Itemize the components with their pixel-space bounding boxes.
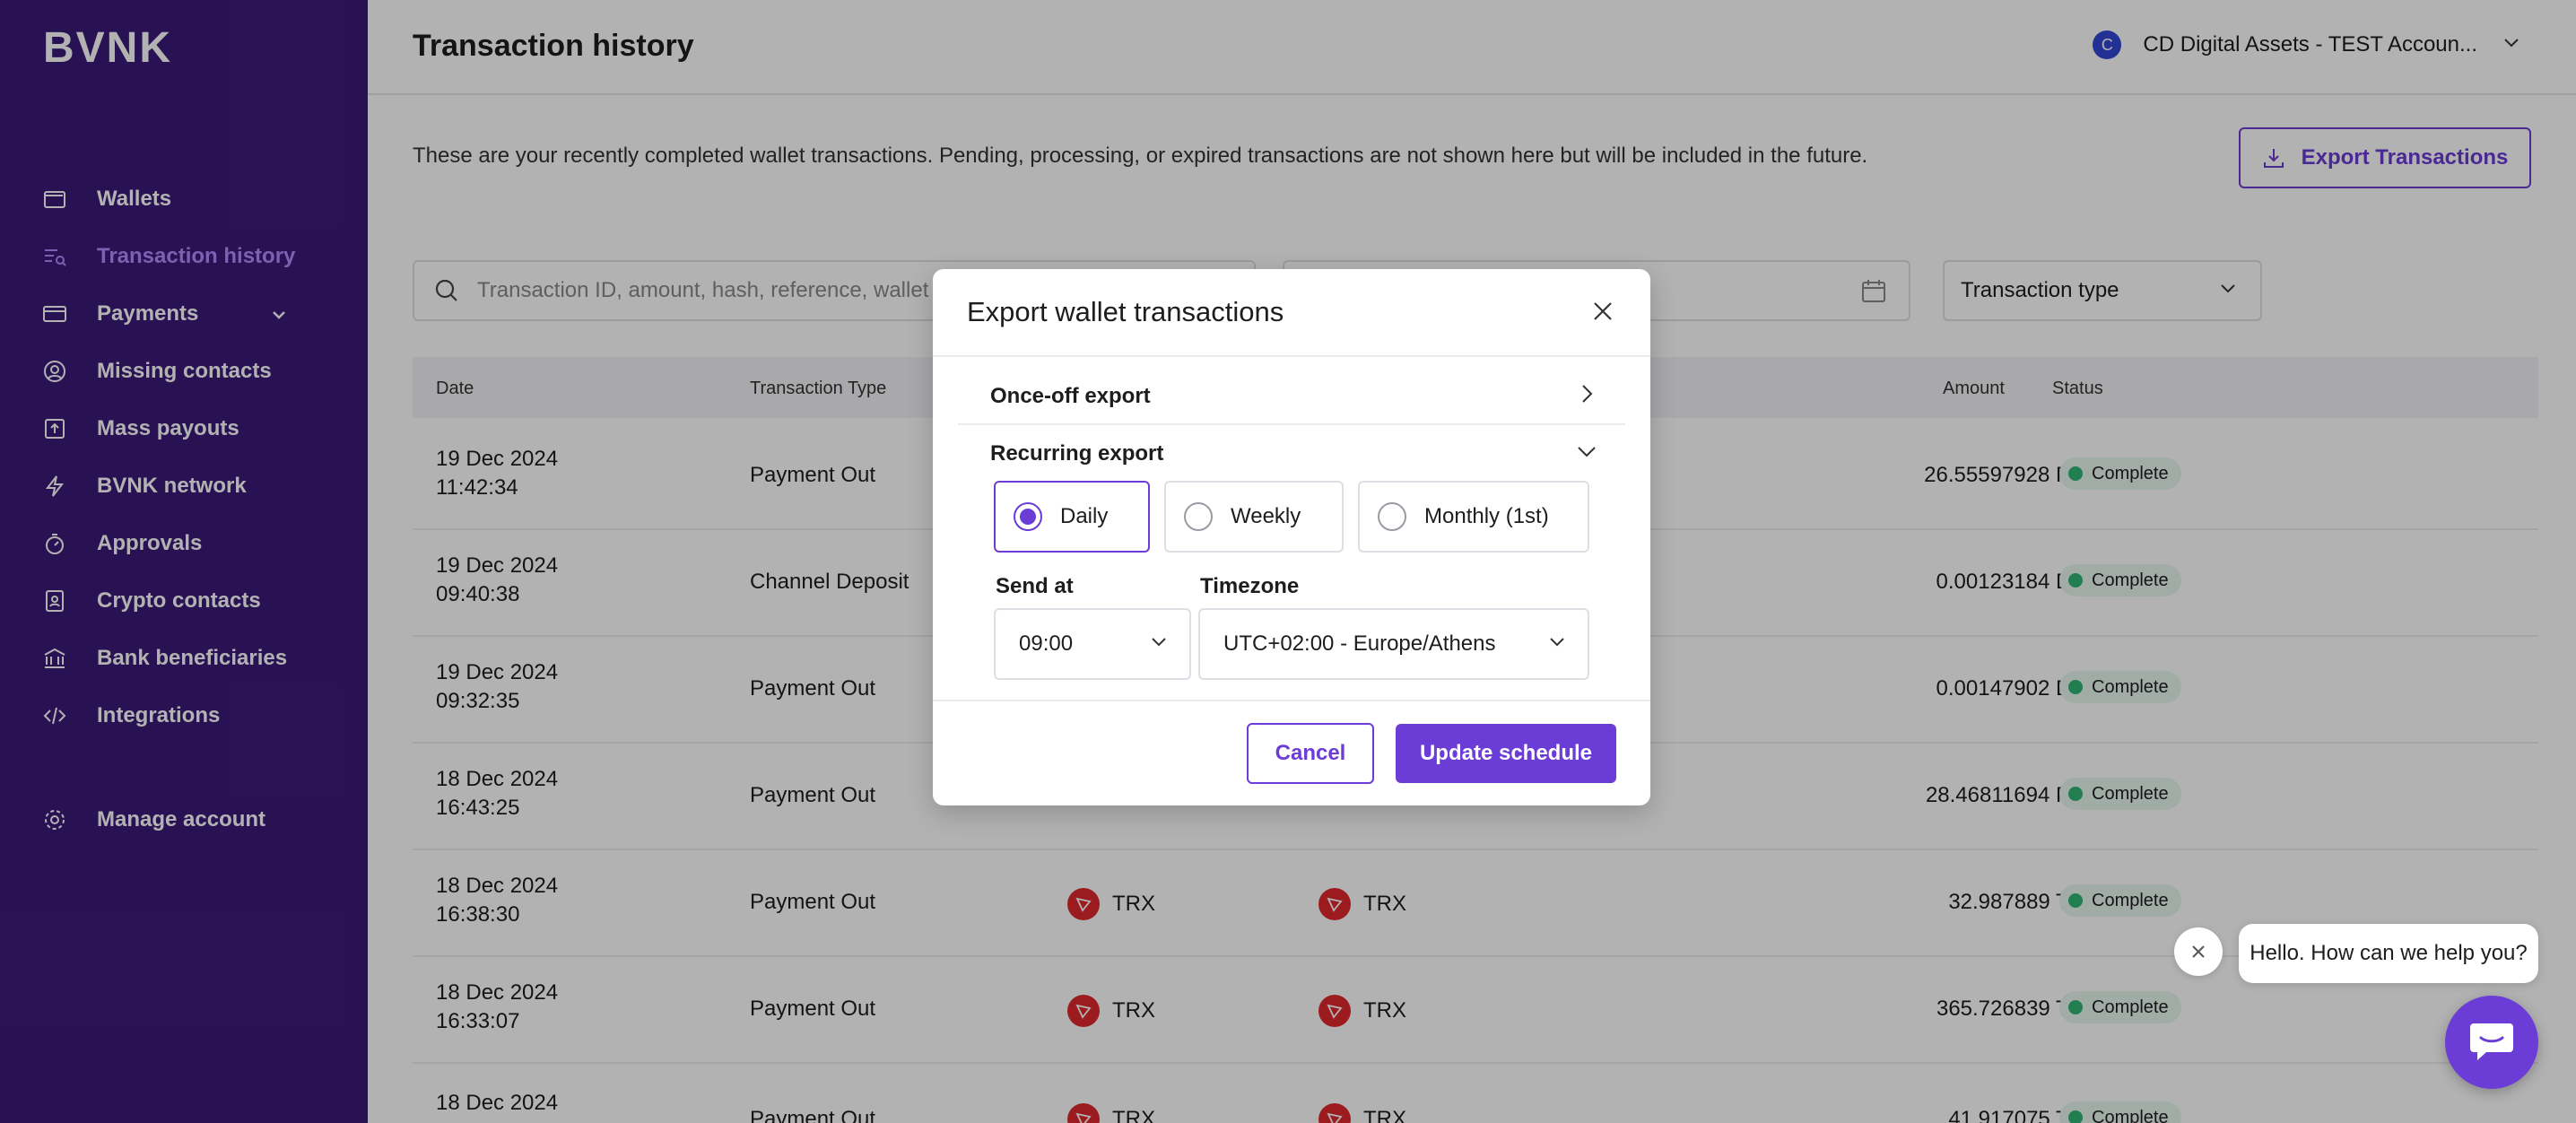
chat-icon <box>2470 1023 2513 1060</box>
timezone-select[interactable]: UTC+02:00 - Europe/Athens <box>1198 608 1589 680</box>
send-at-label: Send at <box>996 574 1074 598</box>
chat-greeting[interactable]: Hello. How can we help you? <box>2239 924 2538 983</box>
once-off-export-toggle[interactable]: Once-off export <box>990 384 1151 409</box>
chat-launcher-button[interactable] <box>2445 996 2538 1089</box>
timezone-label: Timezone <box>1200 574 1300 598</box>
chevron-down-icon <box>1148 631 1170 658</box>
timezone-value: UTC+02:00 - Europe/Athens <box>1223 631 1496 656</box>
frequency-label: Weekly <box>1231 504 1301 528</box>
cancel-button[interactable]: Cancel <box>1247 723 1374 784</box>
frequency-monthly-radio[interactable]: Monthly (1st) <box>1358 481 1589 553</box>
frequency-label: Daily <box>1060 504 1109 528</box>
chevron-down-icon <box>1546 631 1568 658</box>
frequency-daily-radio[interactable]: Daily <box>994 481 1150 553</box>
close-icon <box>2192 945 2205 958</box>
modal-title: Export wallet transactions <box>967 296 1284 327</box>
send-at-select[interactable]: 09:00 <box>994 608 1191 680</box>
frequency-weekly-radio[interactable]: Weekly <box>1164 481 1344 553</box>
update-schedule-button[interactable]: Update schedule <box>1396 724 1616 783</box>
close-icon[interactable] <box>1591 300 1614 327</box>
radio-indicator <box>1184 502 1213 531</box>
divider <box>958 423 1625 425</box>
divider <box>933 355 1650 357</box>
divider <box>933 700 1650 701</box>
radio-indicator <box>1014 502 1042 531</box>
chevron-right-icon[interactable] <box>1575 382 1598 410</box>
chevron-down-icon[interactable] <box>1575 440 1598 467</box>
chat-dismiss-button[interactable] <box>2174 927 2223 976</box>
frequency-label: Monthly (1st) <box>1424 504 1549 528</box>
radio-indicator <box>1378 502 1406 531</box>
export-modal: Export wallet transactions Once-off expo… <box>933 269 1650 805</box>
recurring-export-toggle[interactable]: Recurring export <box>990 441 1163 466</box>
send-at-value: 09:00 <box>1019 631 1074 656</box>
